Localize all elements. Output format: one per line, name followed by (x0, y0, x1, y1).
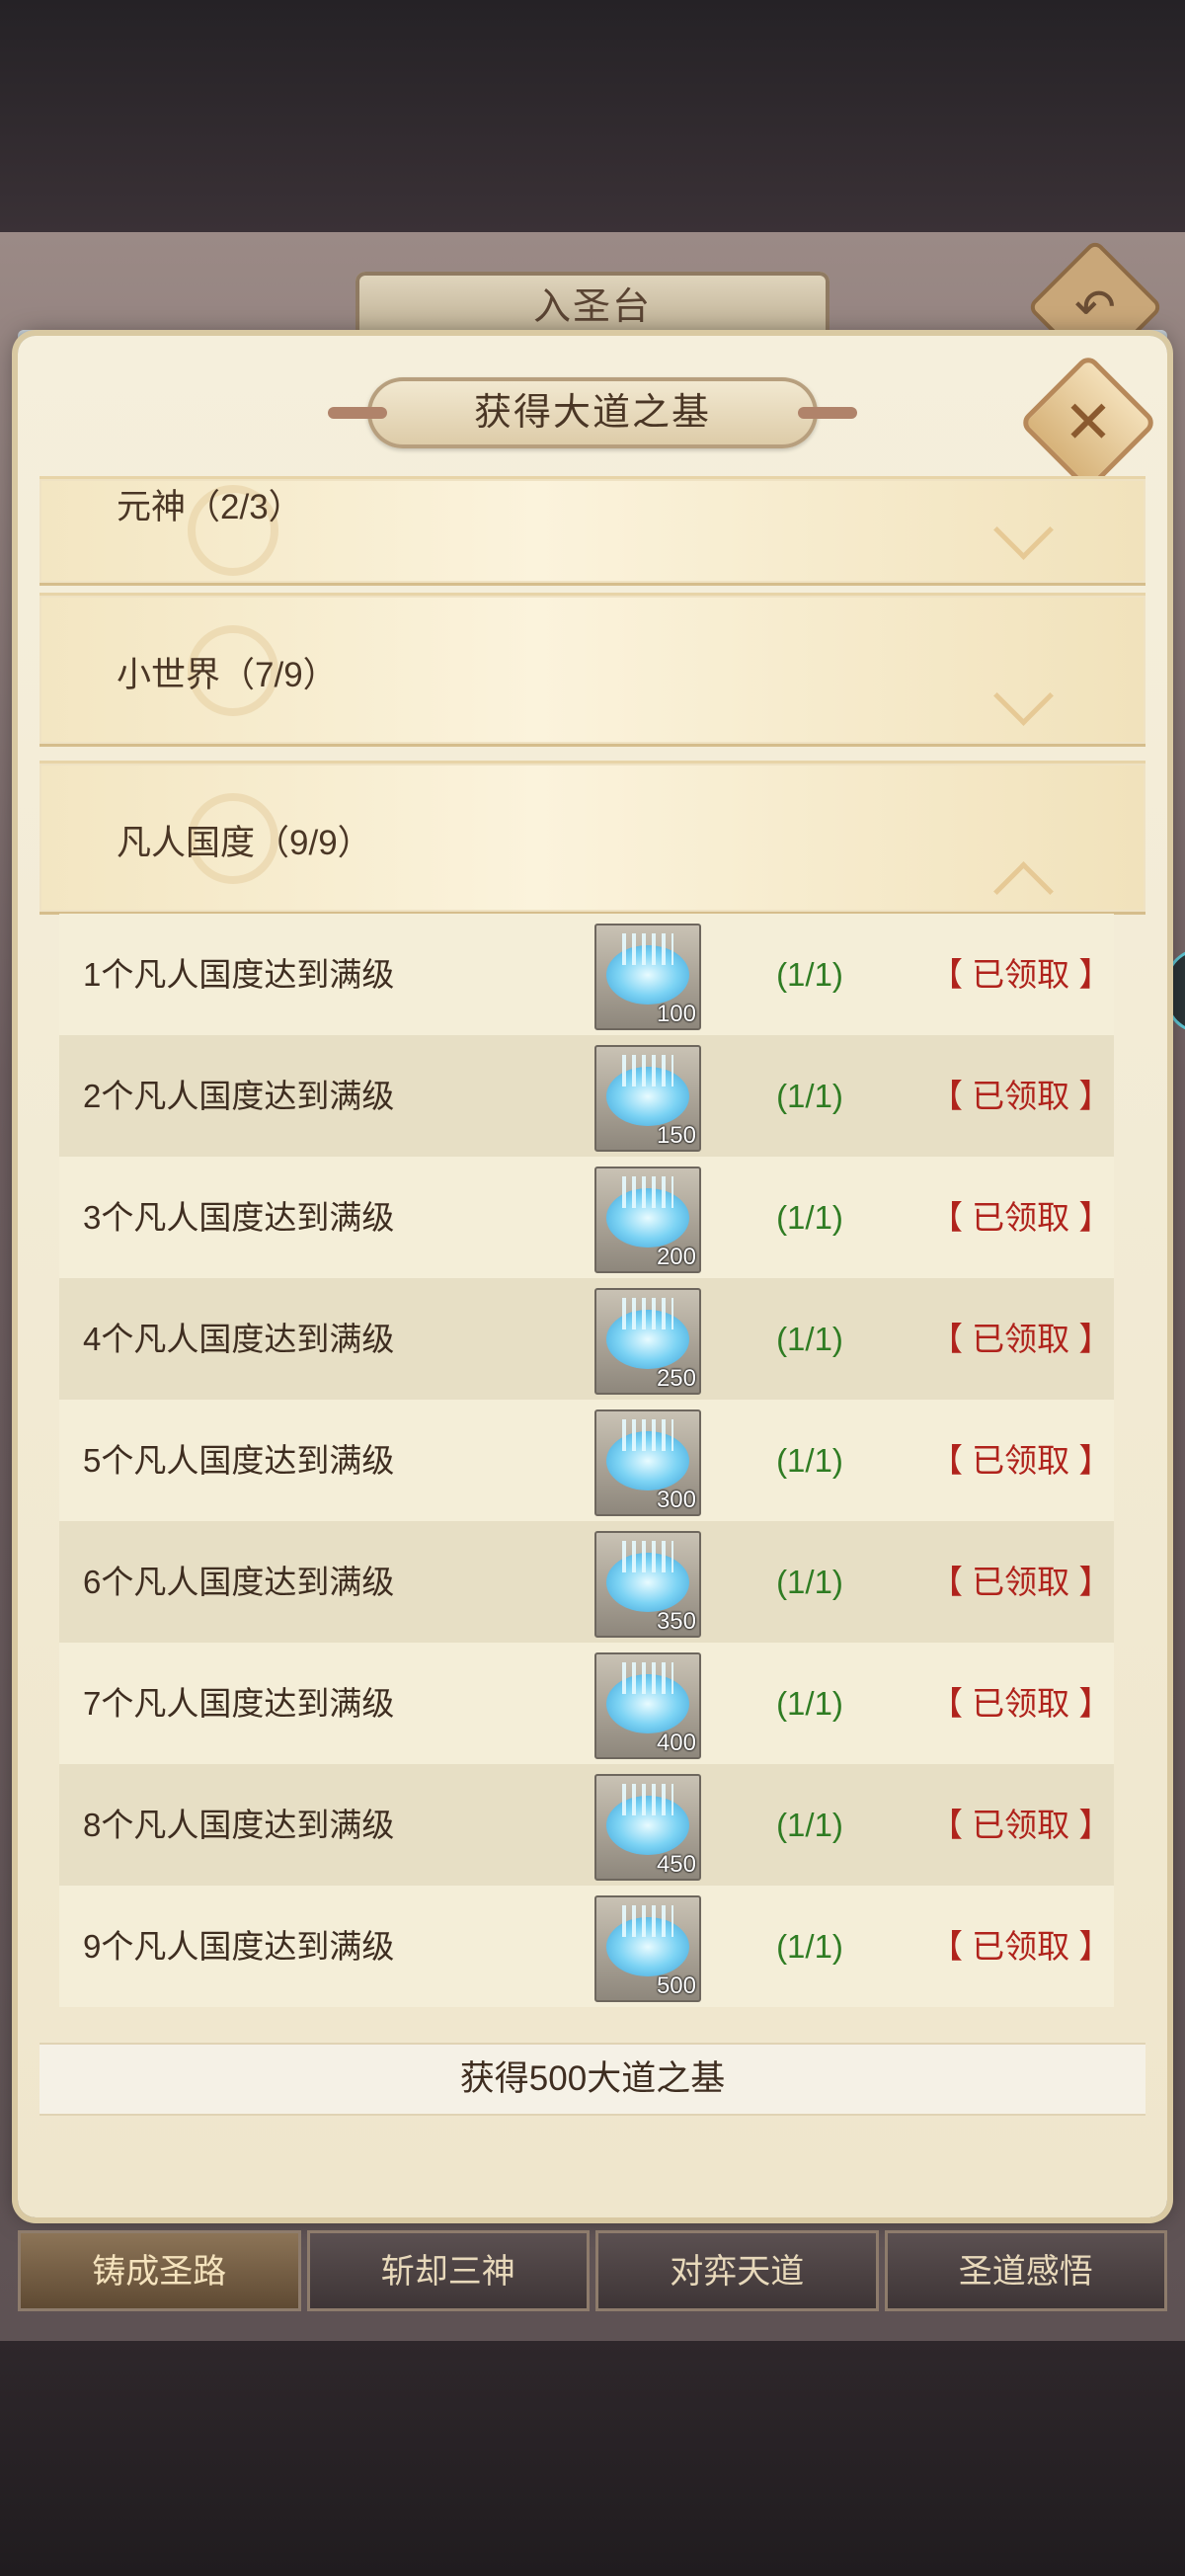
table-row: 2个凡人国度达到满级 150 (1/1) 【 已领取 】 (59, 1035, 1114, 1157)
row-condition: 8个凡人国度达到满级 (83, 1807, 395, 1843)
category-yuanshen[interactable]: 元神（2/3） (40, 476, 1146, 586)
row-status: 【 已领取 】 (930, 1685, 1112, 1722)
row-status: 【 已领取 】 (930, 956, 1112, 993)
row-progress: (1/1) (776, 1199, 843, 1236)
reward-rows: 1个凡人国度达到满级 100 (1/1) 【 已领取 】 2个凡人国度达到满级 … (59, 914, 1114, 2007)
table-row: 4个凡人国度达到满级 250 (1/1) 【 已领取 】 (59, 1278, 1114, 1400)
row-progress: (1/1) (776, 1321, 843, 1357)
category-fanrenguodu[interactable]: 凡人国度（9/9） (40, 761, 1146, 922)
item-amount: 350 (656, 1608, 696, 1635)
item-amount: 450 (656, 1851, 696, 1878)
item-amount: 100 (656, 1001, 696, 1027)
item-amount: 200 (656, 1244, 696, 1270)
row-progress: (1/1) (776, 1442, 843, 1479)
item-amount: 150 (656, 1122, 696, 1149)
row-progress: (1/1) (776, 1685, 843, 1722)
dao-foundation-crystal-icon[interactable]: 250 (594, 1288, 701, 1395)
tab-duiyitiandao[interactable]: 对弈天道 (595, 2230, 879, 2311)
chevron-down-icon (993, 666, 1054, 726)
tab-zhuchengshenglu[interactable]: 铸成圣路 (18, 2230, 301, 2311)
row-condition: 2个凡人国度达到满级 (83, 1078, 395, 1114)
table-row: 1个凡人国度达到满级 100 (1/1) 【 已领取 】 (59, 914, 1114, 1035)
dao-foundation-crystal-icon[interactable]: 400 (594, 1652, 701, 1759)
table-row: 7个凡人国度达到满级 400 (1/1) 【 已领取 】 (59, 1643, 1114, 1764)
item-amount: 250 (656, 1365, 696, 1392)
table-row: 8个凡人国度达到满级 450 (1/1) 【 已领取 】 (59, 1764, 1114, 1886)
table-row: 3个凡人国度达到满级 200 (1/1) 【 已领取 】 (59, 1157, 1114, 1278)
row-condition: 4个凡人国度达到满级 (83, 1321, 395, 1357)
tab-zhanquesanshen[interactable]: 斩却三神 (306, 2230, 590, 2311)
item-amount: 300 (656, 1487, 696, 1513)
row-condition: 5个凡人国度达到满级 (83, 1442, 395, 1479)
row-progress: (1/1) (776, 1928, 843, 1965)
row-status: 【 已领取 】 (930, 1928, 1112, 1965)
item-amount: 500 (656, 1972, 696, 1999)
row-progress: (1/1) (776, 1807, 843, 1843)
table-row: 9个凡人国度达到满级 500 (1/1) 【 已领取 】 (59, 1886, 1114, 2007)
row-progress: (1/1) (776, 1078, 843, 1114)
row-status: 【 已领取 】 (930, 1199, 1112, 1236)
tab-shengdaoganwu[interactable]: 圣道感悟 (884, 2230, 1167, 2311)
reward-summary: 获得500大道之基 (40, 2043, 1146, 2116)
row-status: 【 已领取 】 (930, 1321, 1112, 1357)
category-label: 凡人国度（9/9） (117, 824, 372, 862)
top-dark-bar (0, 0, 1185, 232)
table-row: 6个凡人国度达到满级 350 (1/1) 【 已领取 】 (59, 1521, 1114, 1643)
modal-title: 获得大道之基 (473, 392, 711, 434)
dao-foundation-crystal-icon[interactable]: 350 (594, 1531, 701, 1638)
category-label: 小世界（7/9） (117, 656, 338, 694)
row-condition: 9个凡人国度达到满级 (83, 1928, 395, 1965)
category-label: 元神（2/3） (117, 488, 303, 526)
row-status: 【 已领取 】 (930, 1078, 1112, 1114)
bottom-tab-bar: 铸成圣路 斩却三神 对弈天道 圣道感悟 (18, 2230, 1167, 2311)
row-condition: 1个凡人国度达到满级 (83, 956, 395, 993)
category-xiaoshijie[interactable]: 小世界（7/9） (40, 593, 1146, 747)
row-progress: (1/1) (776, 1564, 843, 1600)
reward-list[interactable]: 元神（2/3） 小世界（7/9） 凡人国度（9/9） 1个凡人国度达到满级 10… (40, 476, 1146, 2135)
dao-foundation-crystal-icon[interactable]: 300 (594, 1409, 701, 1516)
item-amount: 400 (656, 1730, 696, 1756)
dao-foundation-crystal-icon[interactable]: 100 (594, 924, 701, 1030)
dao-foundation-crystal-icon[interactable]: 200 (594, 1167, 701, 1273)
row-condition: 6个凡人国度达到满级 (83, 1564, 395, 1600)
row-status: 【 已领取 】 (930, 1442, 1112, 1479)
bottom-dark-bar (0, 2341, 1185, 2576)
dao-foundation-crystal-icon[interactable]: 450 (594, 1774, 701, 1881)
chevron-down-icon (993, 500, 1054, 560)
row-status: 【 已领取 】 (930, 1564, 1112, 1600)
row-condition: 3个凡人国度达到满级 (83, 1199, 395, 1236)
dao-foundation-crystal-icon[interactable]: 150 (594, 1045, 701, 1152)
row-status: 【 已领取 】 (930, 1807, 1112, 1843)
dao-foundation-crystal-icon[interactable]: 500 (594, 1895, 701, 2002)
row-condition: 7个凡人国度达到满级 (83, 1685, 395, 1722)
table-row: 5个凡人国度达到满级 300 (1/1) 【 已领取 】 (59, 1400, 1114, 1521)
row-progress: (1/1) (776, 956, 843, 993)
chevron-up-icon (993, 861, 1054, 922)
